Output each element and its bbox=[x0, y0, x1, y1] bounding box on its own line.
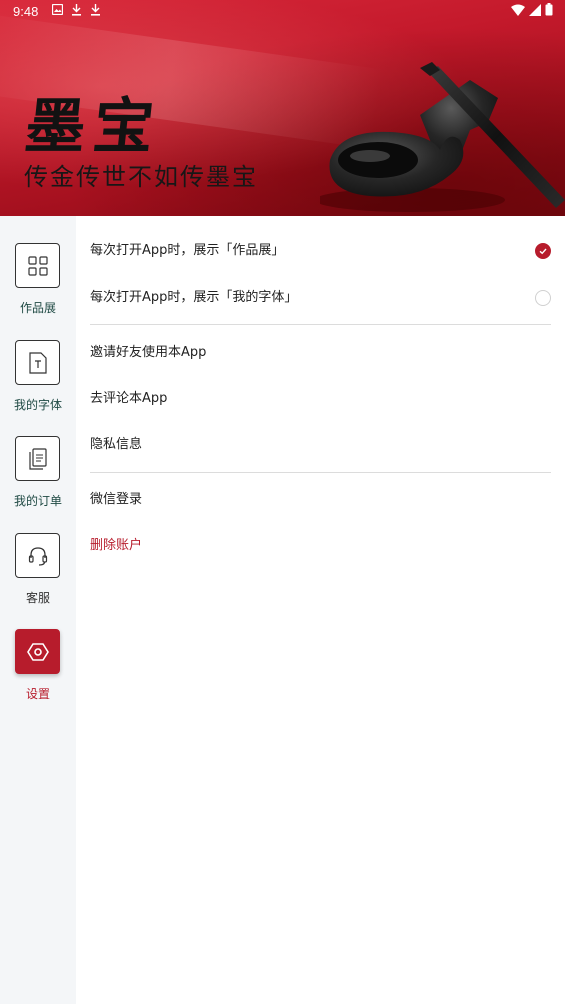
sidebar-item-label: 作品展 bbox=[19, 301, 56, 315]
wechat-login-item[interactable]: 微信登录 bbox=[90, 485, 551, 515]
app-slogan: 传金传世不如传墨宝 bbox=[24, 163, 258, 191]
battery-icon bbox=[545, 3, 553, 20]
invite-friends-item[interactable]: 邀请好友使用本App bbox=[90, 338, 551, 368]
sidebar-item-gallery-tile[interactable] bbox=[15, 243, 60, 288]
invite-friends-label: 邀请好友使用本App bbox=[90, 345, 207, 360]
checkmark-icon bbox=[539, 248, 547, 255]
settings-icon bbox=[26, 642, 49, 661]
radio-unchecked-icon[interactable] bbox=[535, 290, 551, 306]
status-time: 9:48 bbox=[13, 4, 39, 19]
delete-account-label: 删除账户 bbox=[90, 538, 143, 553]
grid-icon bbox=[27, 255, 48, 276]
sidebar-nav: 作品展 我的字体 我的订单 客服 设置 bbox=[0, 216, 76, 1004]
sidebar-item-label: 我的字体 bbox=[13, 398, 62, 412]
sidebar-item-label: 设置 bbox=[25, 687, 50, 701]
photo-icon bbox=[51, 3, 64, 19]
download-icon bbox=[90, 4, 101, 19]
headset-icon bbox=[28, 546, 47, 566]
app-title: 墨宝 bbox=[21, 92, 166, 162]
privacy-info-label: 隐私信息 bbox=[90, 437, 143, 452]
rate-app-item[interactable]: 去评论本App bbox=[90, 384, 551, 414]
sidebar-item-label: 我的订单 bbox=[13, 494, 62, 508]
startup-option-label: 每次打开App时，展示「作品展」 bbox=[90, 243, 285, 258]
wechat-login-label: 微信登录 bbox=[90, 492, 143, 507]
signal-icon bbox=[529, 3, 541, 20]
startup-option-my-fonts[interactable]: 每次打开App时，展示「我的字体」 bbox=[90, 283, 551, 313]
sidebar-item-customer-service-tile[interactable] bbox=[15, 533, 60, 578]
delete-account-item[interactable]: 删除账户 bbox=[90, 531, 551, 561]
download-icon bbox=[71, 4, 82, 19]
rate-app-label: 去评论本App bbox=[90, 391, 168, 406]
status-bar: 9:48 bbox=[0, 0, 565, 24]
privacy-info-item[interactable]: 隐私信息 bbox=[90, 430, 551, 460]
status-notifications bbox=[51, 3, 101, 19]
sidebar-item-settings-tile[interactable] bbox=[15, 629, 60, 674]
orders-icon bbox=[28, 447, 47, 470]
startup-option-label: 每次打开App时，展示「我的字体」 bbox=[90, 290, 298, 305]
divider bbox=[90, 324, 551, 325]
font-file-icon bbox=[28, 351, 47, 374]
header-banner: 9:48 墨宝 传金传世不如传墨宝 bbox=[0, 0, 565, 216]
inkstone-brush-illustration bbox=[320, 62, 565, 212]
radio-checked-icon[interactable] bbox=[535, 243, 551, 259]
wifi-icon bbox=[511, 4, 525, 20]
divider bbox=[90, 472, 551, 473]
status-system-icons bbox=[511, 3, 553, 20]
sidebar-item-my-orders-tile[interactable] bbox=[15, 436, 60, 481]
sidebar-item-my-fonts-tile[interactable] bbox=[15, 340, 60, 385]
startup-option-gallery[interactable]: 每次打开App时，展示「作品展」 bbox=[90, 236, 551, 266]
sidebar-item-label: 客服 bbox=[25, 591, 50, 605]
